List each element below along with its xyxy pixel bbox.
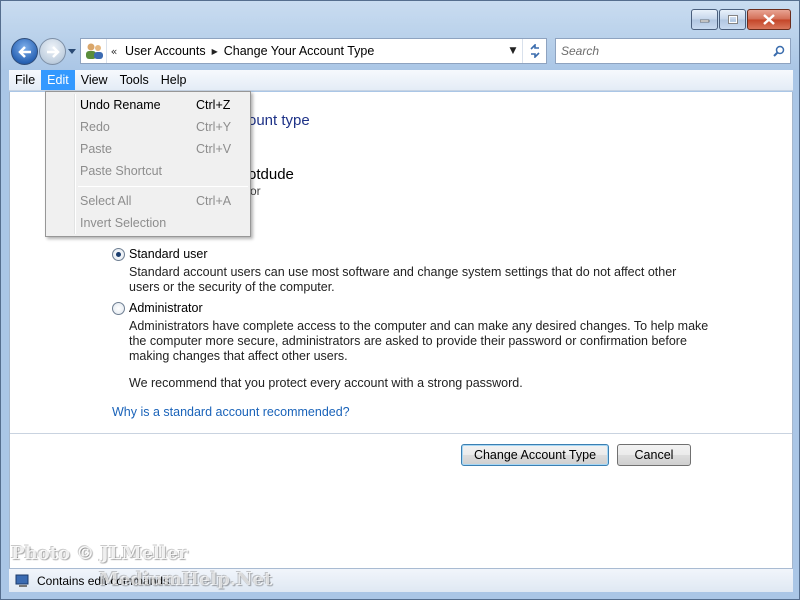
watermark-line-2: MediumHelp.Net xyxy=(99,569,273,590)
menu-item-label: Undo Rename xyxy=(80,98,161,112)
caption-buttons xyxy=(690,9,791,31)
standard-user-radio[interactable] xyxy=(112,248,125,261)
arrow-left-icon xyxy=(17,45,31,58)
address-bar[interactable]: « User Accounts ▶ Change Your Account Ty… xyxy=(80,38,547,64)
menu-paste-shortcut[interactable]: Paste Shortcut xyxy=(48,160,248,182)
menu-item-label: Redo xyxy=(80,120,110,134)
menu-paste[interactable]: Paste Ctrl+V xyxy=(48,138,248,160)
close-button[interactable] xyxy=(747,9,791,30)
administrator-radio[interactable] xyxy=(112,302,125,315)
menu-undo-rename[interactable]: Undo Rename Ctrl+Z xyxy=(48,94,248,116)
address-overflow-icon[interactable]: « xyxy=(107,45,121,58)
edit-menu-dropdown: Undo Rename Ctrl+Z Redo Ctrl+Y Paste Ctr… xyxy=(45,91,251,237)
user-accounts-icon xyxy=(81,39,107,63)
explorer-window: « User Accounts ▶ Change Your Account Ty… xyxy=(0,0,800,600)
account-type: or xyxy=(250,184,261,198)
menu-separator xyxy=(78,186,248,187)
menu-item-shortcut: Ctrl+V xyxy=(196,142,232,156)
refresh-icon xyxy=(529,44,540,58)
minimize-button[interactable] xyxy=(691,9,718,30)
breadcrumb-separator-icon[interactable]: ▶ xyxy=(210,47,220,56)
page-title: ount type xyxy=(248,112,310,129)
maximize-button[interactable] xyxy=(719,9,746,30)
menu-invert-selection[interactable]: Invert Selection xyxy=(48,212,248,234)
breadcrumb-change-account-type[interactable]: Change Your Account Type xyxy=(220,44,379,58)
menu-item-shortcut: Ctrl+A xyxy=(196,194,232,208)
address-dropdown-icon[interactable]: ▼ xyxy=(504,46,522,56)
menu-item-label: Invert Selection xyxy=(80,216,167,230)
menu-edit[interactable]: Edit xyxy=(41,70,75,90)
menu-tools[interactable]: Tools xyxy=(114,70,155,90)
cancel-button[interactable]: Cancel xyxy=(617,444,691,466)
watermark-line-1: Photo © JLMeller xyxy=(11,543,188,564)
change-account-type-button[interactable]: Change Account Type xyxy=(461,444,609,466)
forward-button[interactable] xyxy=(39,38,66,65)
back-button[interactable] xyxy=(11,38,38,65)
close-icon xyxy=(763,14,775,25)
search-box xyxy=(555,38,791,64)
menu-help[interactable]: Help xyxy=(155,70,193,90)
administrator-description: Administrators have complete access to t… xyxy=(129,319,709,363)
radio-selected-dot xyxy=(116,252,121,257)
menu-item-shortcut: Ctrl+Z xyxy=(196,98,231,112)
account-name: otdude xyxy=(248,166,294,183)
computer-icon xyxy=(15,574,29,587)
chevron-down-icon xyxy=(68,48,76,54)
search-icon[interactable] xyxy=(768,45,790,57)
menu-item-shortcut: Ctrl+Y xyxy=(196,120,232,134)
administrator-label[interactable]: Administrator xyxy=(129,301,203,315)
maximize-icon xyxy=(727,15,738,24)
menu-item-label: Paste Shortcut xyxy=(80,164,162,178)
menu-file[interactable]: File xyxy=(9,70,41,90)
menu-item-label: Select All xyxy=(80,194,132,208)
standard-user-label[interactable]: Standard user xyxy=(129,247,208,261)
refresh-button[interactable] xyxy=(522,39,546,63)
recent-pages-dropdown[interactable] xyxy=(67,45,77,57)
breadcrumb-user-accounts[interactable]: User Accounts xyxy=(121,44,210,58)
divider xyxy=(10,433,792,434)
menu-bar: File Edit View Tools Help xyxy=(9,70,793,91)
arrow-right-icon xyxy=(46,45,60,58)
menu-view[interactable]: View xyxy=(75,70,114,90)
standard-user-description: Standard account users can use most soft… xyxy=(129,265,677,294)
password-recommendation: We recommend that you protect every acco… xyxy=(129,376,523,390)
menu-select-all[interactable]: Select All Ctrl+A xyxy=(48,190,248,212)
menu-item-label: Paste xyxy=(80,142,112,156)
menu-redo[interactable]: Redo Ctrl+Y xyxy=(48,116,248,138)
help-link[interactable]: Why is a standard account recommended? xyxy=(112,405,350,419)
search-input[interactable] xyxy=(561,44,768,58)
minimize-icon xyxy=(699,19,709,22)
